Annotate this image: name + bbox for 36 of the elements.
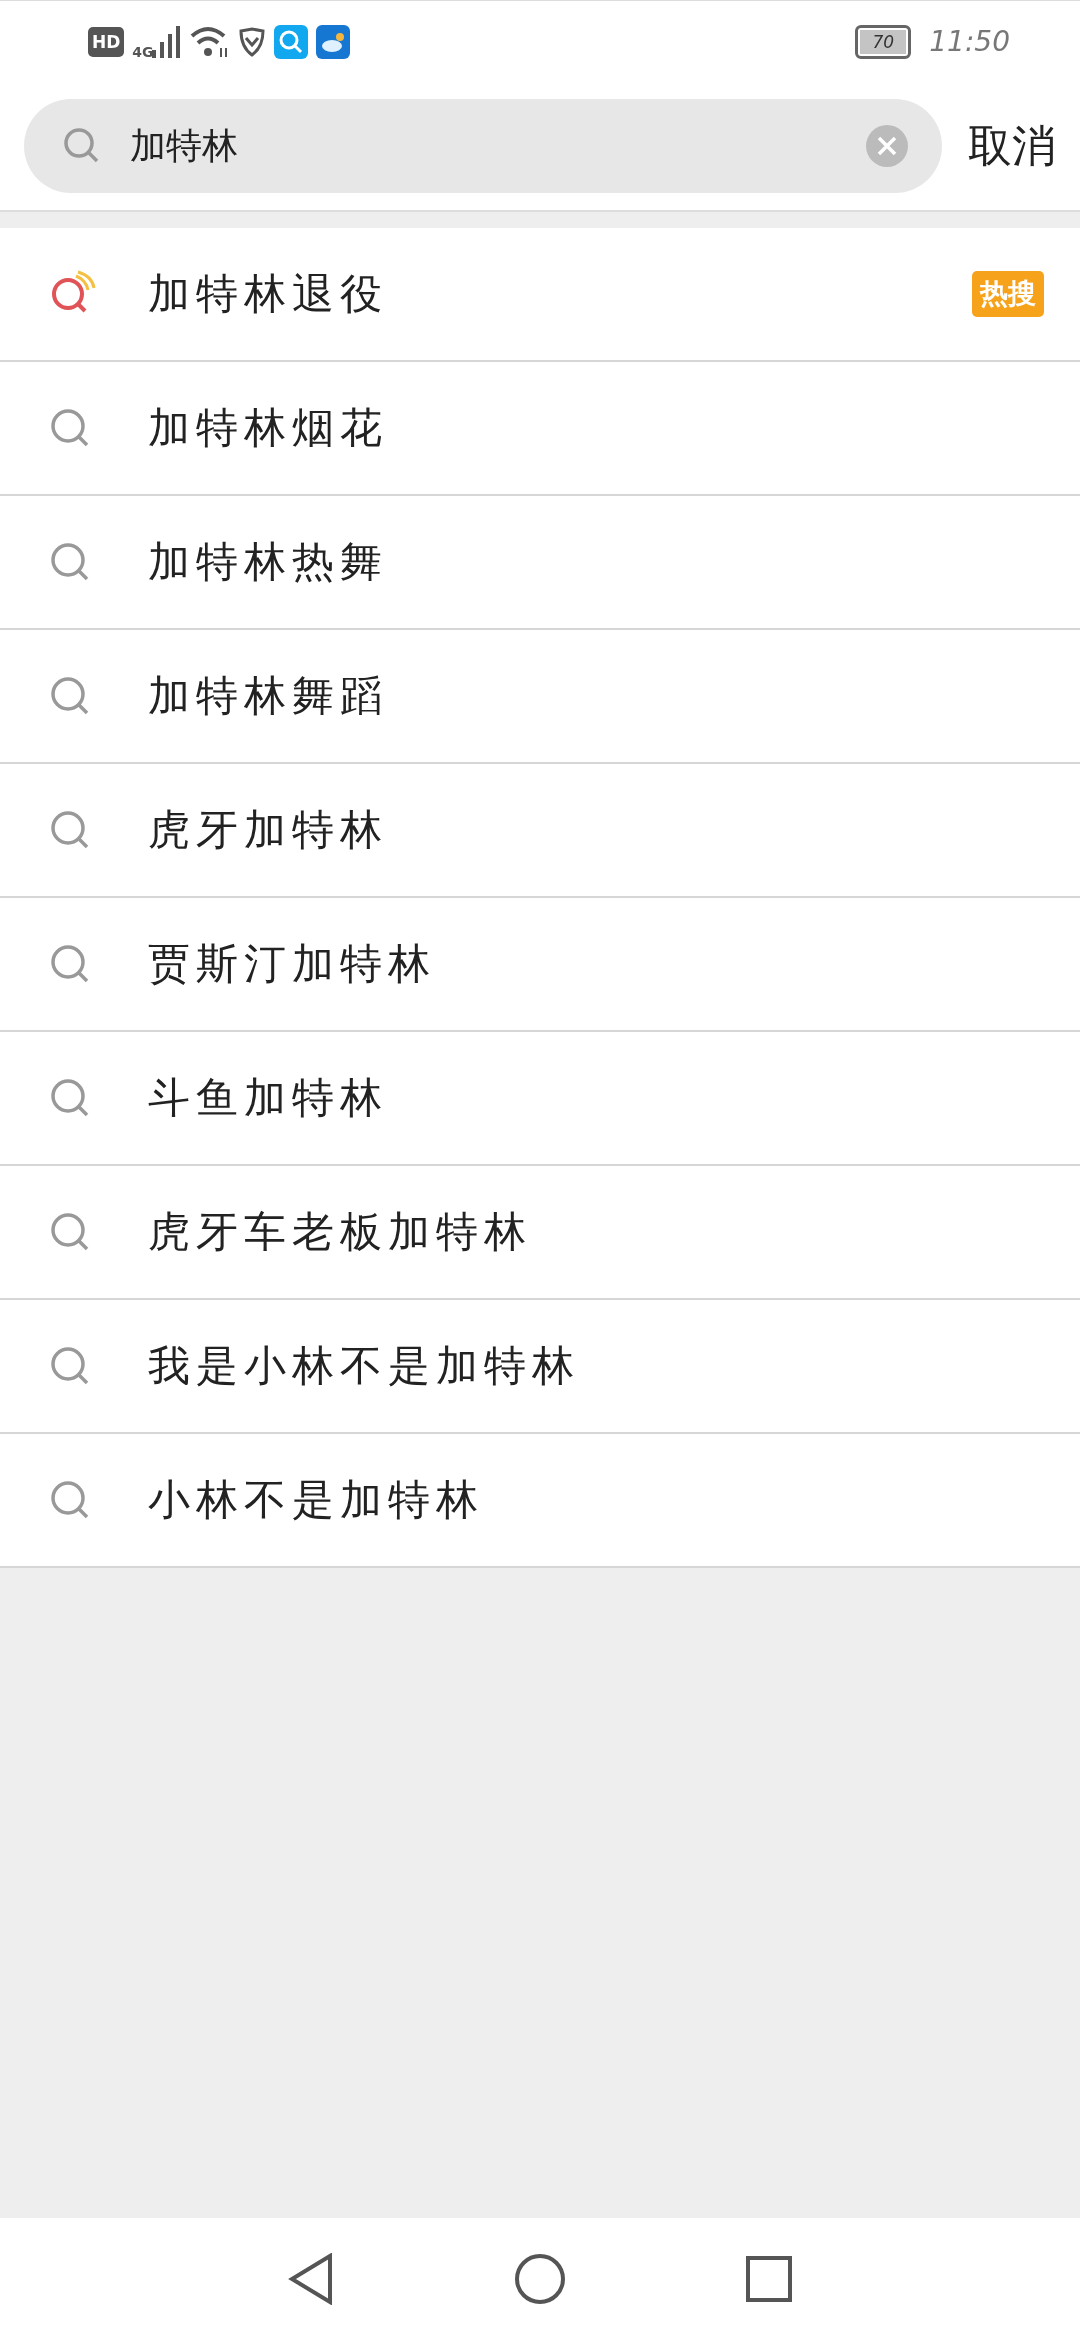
hd-indicator: HD bbox=[88, 26, 125, 57]
battery-icon: 70 bbox=[855, 24, 912, 59]
clock: 11:50 bbox=[929, 25, 1010, 58]
suggestion-text: 加特林退役 bbox=[148, 268, 389, 320]
suggestion-text: 斗鱼加特林 bbox=[148, 1072, 389, 1124]
suggestion-text: 我是小林不是加特林 bbox=[148, 1340, 581, 1392]
suggestion-item[interactable]: 加特林舞蹈 bbox=[0, 630, 1080, 764]
search-query: 加特林 bbox=[130, 123, 239, 168]
suggestion-item[interactable]: 加特林烟花 bbox=[0, 362, 1080, 496]
suggestion-item[interactable]: 我是小林不是加特林 bbox=[0, 1300, 1080, 1434]
suggestion-text: 加特林舞蹈 bbox=[148, 670, 389, 722]
suggestion-item[interactable]: 虎牙加特林 bbox=[0, 764, 1080, 898]
suggestion-text: 虎牙加特林 bbox=[148, 804, 389, 856]
suggestion-item[interactable]: 小林不是加特林 bbox=[0, 1434, 1080, 1568]
network-type: 4G bbox=[132, 43, 154, 60]
recents-icon[interactable] bbox=[746, 2256, 792, 2302]
suggestion-item[interactable]: 虎牙车老板加特林 bbox=[0, 1166, 1080, 1300]
wifi-icon bbox=[189, 25, 230, 58]
suggestion-text: 虎牙车老板加特林 bbox=[148, 1206, 533, 1258]
suggestion-text: 加特林烟花 bbox=[148, 402, 389, 454]
search-field[interactable]: 加特林 bbox=[24, 99, 942, 193]
back-icon[interactable] bbox=[288, 2253, 334, 2305]
signal-icon bbox=[151, 25, 182, 58]
weather-app-icon bbox=[315, 24, 350, 59]
hot-badge: 热搜 bbox=[972, 271, 1044, 317]
shield-icon bbox=[237, 26, 266, 57]
home-icon[interactable] bbox=[514, 2253, 566, 2305]
suggestion-text: 加特林热舞 bbox=[148, 536, 389, 588]
suggestion-text: 小林不是加特林 bbox=[148, 1474, 485, 1526]
suggestion-item[interactable]: 斗鱼加特林 bbox=[0, 1032, 1080, 1166]
suggestion-item[interactable]: 加特林退役 热搜 bbox=[0, 228, 1080, 362]
cancel-button[interactable]: 取消 bbox=[968, 116, 1056, 176]
search-app-icon bbox=[273, 24, 308, 59]
suggestion-text: 贾斯汀加特林 bbox=[148, 938, 437, 990]
suggestion-item[interactable]: 贾斯汀加特林 bbox=[0, 898, 1080, 1032]
suggestion-item[interactable]: 加特林热舞 bbox=[0, 496, 1080, 630]
